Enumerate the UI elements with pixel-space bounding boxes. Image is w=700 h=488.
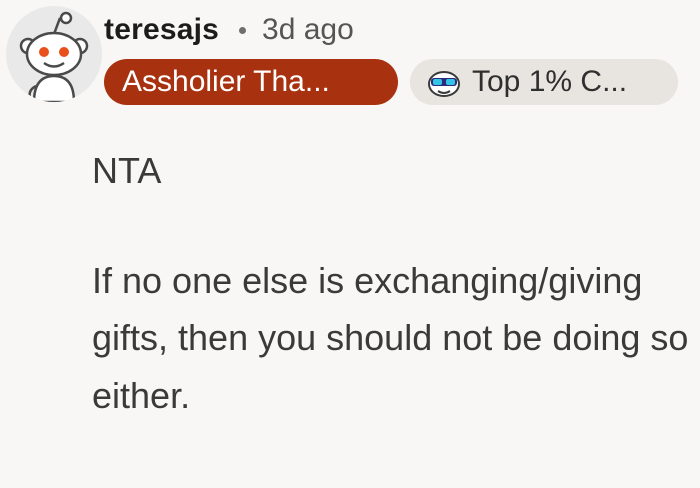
achievement-flair-label: Top 1% C... [472,65,628,98]
sunglasses-snoo-icon [428,71,460,97]
author-flair-label: Assholier Tha... [122,65,330,98]
comment-paragraph: If no one else is exchanging/giving gift… [92,259,689,416]
timestamp[interactable]: 3d ago [262,13,354,47]
author-flair[interactable]: Assholier Tha... [104,59,398,105]
comment-header: teresajs 3d ago [104,8,354,52]
comment-body: NTA If no one else is exchanging/giving … [92,142,692,424]
snoo-avatar-icon [19,11,89,102]
achievement-flair[interactable]: Top 1% C... [410,59,678,105]
flair-row: Assholier Tha... Top 1% C... [104,58,678,106]
comment-paragraph: NTA [92,150,162,191]
avatar[interactable] [6,6,102,102]
separator-dot [239,26,247,34]
author-name[interactable]: teresajs [104,13,219,47]
comment: teresajs 3d ago Assholier Tha... Top 1% … [0,0,700,488]
